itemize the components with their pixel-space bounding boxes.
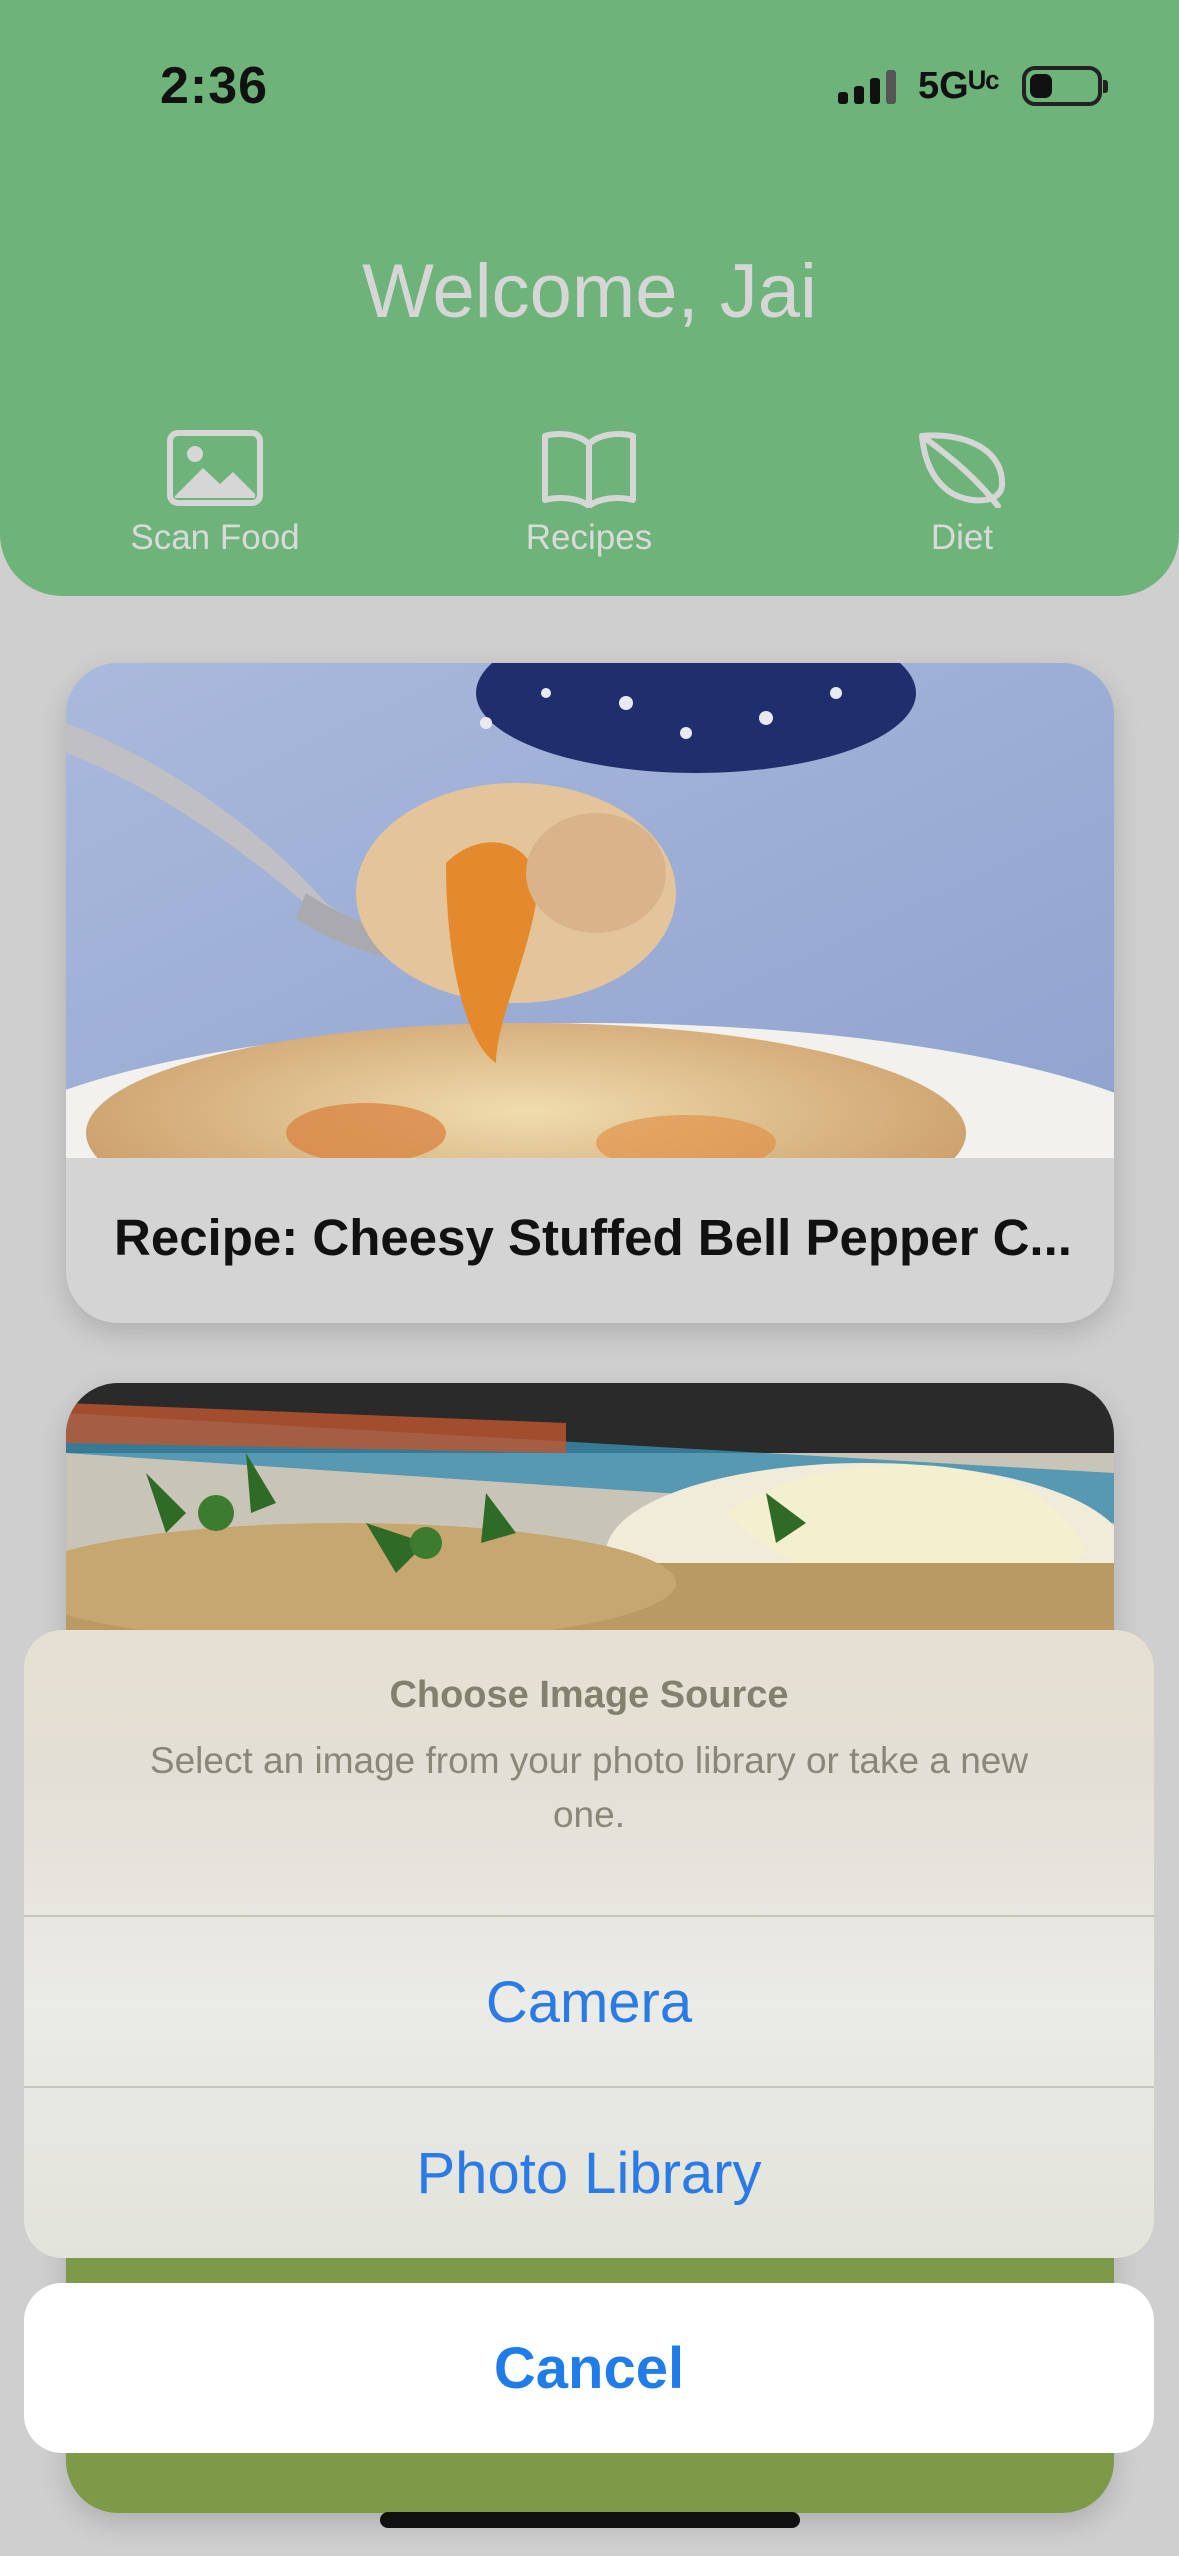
- action-sheet-message: Select an image from your photo library …: [149, 1740, 1029, 1835]
- action-sheet-header: Choose Image Source Select an image from…: [24, 1630, 1154, 1915]
- status-bar-right: 5Gᵁᶜ: [838, 64, 1108, 108]
- status-time: 2:36: [160, 57, 269, 115]
- book-icon: [542, 431, 636, 508]
- nav-recipes[interactable]: Recipes: [459, 428, 719, 558]
- leaf-icon: [919, 432, 1006, 508]
- cellular-signal-icon: [838, 68, 896, 104]
- cancel-button[interactable]: Cancel: [24, 2283, 1154, 2453]
- photo-icon: [167, 430, 263, 506]
- recipe-photo: [66, 663, 1114, 1158]
- battery-icon: [1021, 66, 1108, 106]
- photo-library-button[interactable]: Photo Library: [24, 2086, 1154, 2258]
- image-source-action-sheet: Choose Image Source Select an image from…: [24, 1630, 1154, 2258]
- home-indicator: [380, 2512, 800, 2528]
- recipe-card[interactable]: Recipe: Cheesy Stuffed Bell Pepper C...: [66, 663, 1114, 1323]
- nav-diet[interactable]: Diet: [832, 428, 1092, 558]
- network-type: 5Gᵁᶜ: [918, 64, 1000, 107]
- nav-label-scan-food: Scan Food: [130, 518, 300, 557]
- recipe-card-title: Recipe: Cheesy Stuffed Bell Pepper C...: [114, 1209, 1072, 1266]
- app-header: 2:36 5Gᵁᶜ Welcome, Jai Scan Food Recipes…: [0, 0, 1179, 596]
- nav-label-diet: Diet: [930, 518, 994, 557]
- welcome-title: Welcome, Jai: [362, 249, 817, 334]
- nav-label-recipes: Recipes: [525, 518, 653, 557]
- camera-button[interactable]: Camera: [24, 1915, 1154, 2087]
- nav-scan-food[interactable]: Scan Food: [85, 428, 345, 558]
- action-sheet-title: Choose Image Source: [389, 1674, 789, 1716]
